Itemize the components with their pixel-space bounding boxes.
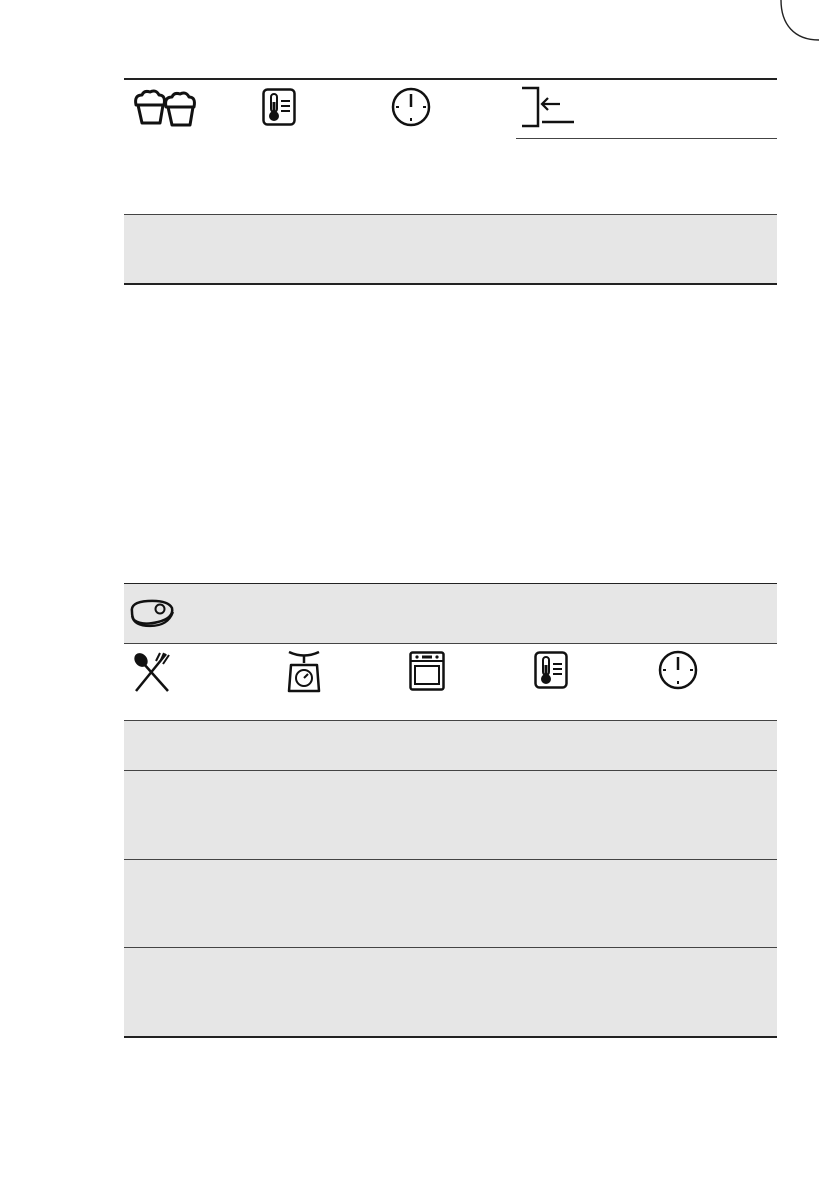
- table-row: [124, 214, 777, 284]
- table-bottom-rule: [124, 283, 777, 285]
- row-divider: [124, 643, 777, 645]
- row-divider: [124, 214, 777, 216]
- cutlery-icon: [132, 651, 172, 693]
- table-row: [124, 771, 777, 859]
- baking-table: [124, 78, 777, 286]
- roasting-table: [124, 583, 777, 1039]
- muffins-icon: [132, 87, 202, 127]
- steak-icon: [128, 598, 176, 628]
- table-top-rule: [124, 78, 777, 80]
- table-bottom-rule: [124, 1036, 777, 1038]
- shelf-subheader-rule: [516, 138, 777, 140]
- table-row: [124, 948, 777, 1036]
- kitchen-scale-icon: [285, 649, 323, 693]
- page-corner-arc: [780, 0, 820, 44]
- table-row: [124, 721, 777, 770]
- table-header-band: [124, 584, 777, 643]
- table-row: [124, 860, 777, 947]
- oven-icon: [409, 651, 445, 691]
- clock-icon: [391, 87, 431, 127]
- clock-icon: [658, 650, 698, 690]
- shelf-position-icon: [520, 86, 578, 128]
- thermometer-icon: [534, 651, 568, 689]
- thermometer-icon: [262, 88, 296, 126]
